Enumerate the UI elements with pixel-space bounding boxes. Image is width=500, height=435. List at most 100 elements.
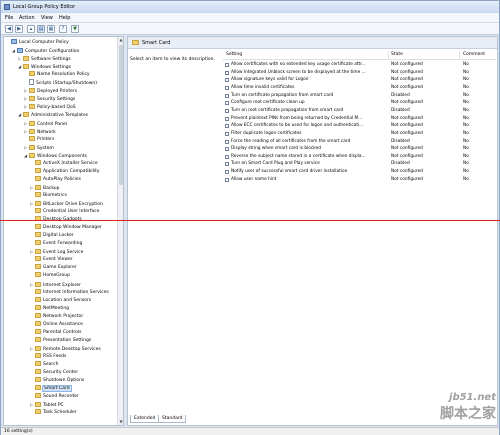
tree-node[interactable]: ◢ Windows Components: [24, 152, 87, 159]
tree-node[interactable]: Smart Card: [30, 385, 72, 393]
tree-node[interactable]: Presentation Settings: [30, 336, 91, 344]
tree-node[interactable]: AutoPlay Policies: [30, 175, 81, 183]
setting-row[interactable]: Allow signature keys valid for Logon Not …: [223, 76, 496, 84]
setting-state: Not configured: [391, 62, 423, 67]
tree-node[interactable]: Printers: [24, 135, 54, 143]
tree-node[interactable]: ▷ Policy-based QoS: [24, 103, 76, 110]
setting-row[interactable]: Filter duplicate logon certificates Not c…: [223, 130, 496, 138]
tree-node[interactable]: Event Viewer: [30, 256, 73, 263]
menu-help[interactable]: Help: [59, 15, 70, 21]
scroll-up-icon[interactable]: ▲: [119, 38, 123, 42]
tree-node[interactable]: Game Explorer: [30, 264, 77, 271]
setting-row[interactable]: Reverse the subject name stored in a cer…: [223, 153, 496, 161]
setting-row[interactable]: Turn on root certificate propagation fro…: [223, 107, 496, 115]
tree-node[interactable]: ◢ Computer Configuration: [12, 47, 79, 54]
menu-file[interactable]: File: [5, 15, 13, 21]
scrollbar-thumb[interactable]: [119, 45, 123, 185]
scroll-down-icon[interactable]: ▼: [119, 420, 123, 424]
tree-node[interactable]: Internet Information Services: [30, 288, 109, 296]
tree-node[interactable]: Network Projector: [30, 312, 83, 320]
tree-node[interactable]: ▷ System: [24, 144, 54, 151]
setting-row[interactable]: Turn on certificate propagation from sma…: [223, 92, 496, 100]
tree-node[interactable]: Sound Recorder: [30, 393, 79, 400]
help-icon[interactable]: ?: [59, 25, 67, 33]
tree-node[interactable]: ▷ Internet Explorer: [30, 281, 81, 288]
tab-standard[interactable]: Standard: [158, 415, 187, 423]
policy-setting-icon: [225, 85, 229, 90]
policy-setting-icon: [225, 78, 229, 83]
tree-node[interactable]: ▷ BitLocker Drive Encryption: [30, 200, 103, 207]
filter-icon[interactable]: ▼: [71, 25, 79, 33]
setting-row[interactable]: Display string when smart card is blocke…: [223, 145, 496, 153]
tree-node[interactable]: ▷ Event Log Service: [30, 248, 83, 255]
tree-node-label: Sound Recorder: [43, 394, 79, 400]
show-hide-tree-icon[interactable]: ▤: [37, 25, 45, 33]
tree-node[interactable]: Security Center: [30, 369, 78, 376]
tree-node[interactable]: Name Resolution Policy: [24, 71, 90, 78]
tree-node[interactable]: ◢ Windows Settings: [18, 63, 71, 70]
tree-node[interactable]: HomeGroup: [30, 272, 70, 279]
column-header-state[interactable]: State: [391, 52, 403, 57]
setting-name: Prevent plaintext PINs from being return…: [231, 115, 363, 121]
tree-node[interactable]: Scripts (Startup/Shutdown): [24, 79, 97, 86]
setting-comment: No: [463, 115, 469, 121]
tree-node[interactable]: Application Compatibility: [30, 167, 100, 175]
tab-extended[interactable]: Extended: [130, 415, 160, 423]
setting-row[interactable]: Prevent plaintext PINs from being return…: [223, 115, 496, 123]
tree-node[interactable]: Biometrics: [30, 191, 67, 199]
tree-node[interactable]: ▷ Deployed Printers: [24, 87, 77, 94]
tree-node[interactable]: Desktop Window Manager: [30, 224, 102, 231]
tree-node[interactable]: RSS Feeds: [30, 352, 66, 360]
tree-node[interactable]: Parental Controls: [30, 328, 82, 336]
breadcrumb-label: Smart Card: [142, 40, 171, 46]
tree-node[interactable]: ActiveX Installer Service: [30, 159, 98, 167]
setting-row[interactable]: Notify user of successful smart card dri…: [223, 168, 496, 176]
setting-row[interactable]: Turn on Smart Card Plug and Play service…: [223, 160, 496, 168]
menu-action[interactable]: Action: [19, 15, 35, 21]
setting-name: Configure root certificate clean up: [231, 100, 305, 106]
forward-arrow-icon[interactable]: ▶: [15, 25, 23, 33]
tree-node-label: Parental Controls: [43, 329, 82, 335]
folder-icon: [35, 264, 41, 270]
tree-node[interactable]: Digital Locker: [30, 232, 74, 239]
tree-node[interactable]: Task Scheduler: [30, 409, 77, 416]
tree-node[interactable]: ◢ Administrative Templates: [18, 111, 88, 118]
tree-node-label: BitLocker Drive Encryption: [43, 202, 103, 207]
setting-row[interactable]: Allow Integrated Unblock screen to be di…: [223, 69, 496, 77]
policy-setting-icon: [225, 170, 229, 175]
folder-icon: [35, 304, 41, 310]
tree-node[interactable]: Location and Sensors: [30, 296, 91, 304]
tree-node[interactable]: ▷ Network: [24, 128, 56, 135]
column-header-setting[interactable]: Setting: [226, 52, 242, 57]
tree-node[interactable]: NetMeeting: [30, 304, 69, 312]
column-separator[interactable]: [459, 51, 460, 59]
tree-node[interactable]: Shutdown Options: [30, 377, 84, 384]
tree-node[interactable]: Online Assistance: [30, 320, 83, 328]
setting-row[interactable]: Allow user name hint Not configured No: [223, 176, 496, 184]
status-bar: 16 setting(s): [1, 427, 499, 435]
tree-node[interactable]: Event Forwarding: [30, 240, 82, 247]
setting-row[interactable]: Allow time invalid certificates Not confi…: [223, 84, 496, 92]
tree-node[interactable]: Credential User Interface: [30, 208, 99, 215]
tree-node[interactable]: Local Computer Policy: [6, 39, 69, 46]
menu-view[interactable]: View: [41, 15, 53, 21]
setting-row[interactable]: Allow certificates with no extended key …: [223, 61, 496, 69]
tree-node[interactable]: ▷ Backup: [30, 184, 60, 191]
tree-node[interactable]: ▷ Tablet PC: [30, 401, 64, 408]
up-folder-icon[interactable]: ▴: [27, 25, 35, 33]
tree-node[interactable]: ▷ Security Settings: [24, 95, 75, 102]
setting-row[interactable]: Allow ECC certificates to be used for lo…: [223, 122, 496, 130]
properties-icon[interactable]: ▦: [47, 25, 55, 33]
back-arrow-icon[interactable]: ◀: [5, 25, 13, 33]
tree-node[interactable]: Search: [30, 361, 58, 368]
setting-row[interactable]: Configure root certificate clean up Not c…: [223, 99, 496, 107]
column-separator[interactable]: [388, 51, 389, 59]
setting-comment: No: [463, 176, 469, 182]
tree-node[interactable]: ▷ Remote Desktop Services: [30, 345, 101, 352]
tree-node[interactable]: ▷ Control Panel: [24, 120, 67, 127]
tree-scrollbar[interactable]: ▲ ▼: [117, 37, 123, 425]
column-header-comment[interactable]: Comment: [463, 52, 485, 57]
tree-node[interactable]: ▷ Software Settings: [18, 55, 71, 62]
setting-row[interactable]: Force the reading of all certificates fr…: [223, 138, 496, 146]
setting-name: Force the reading of all certificates fr…: [231, 138, 351, 144]
